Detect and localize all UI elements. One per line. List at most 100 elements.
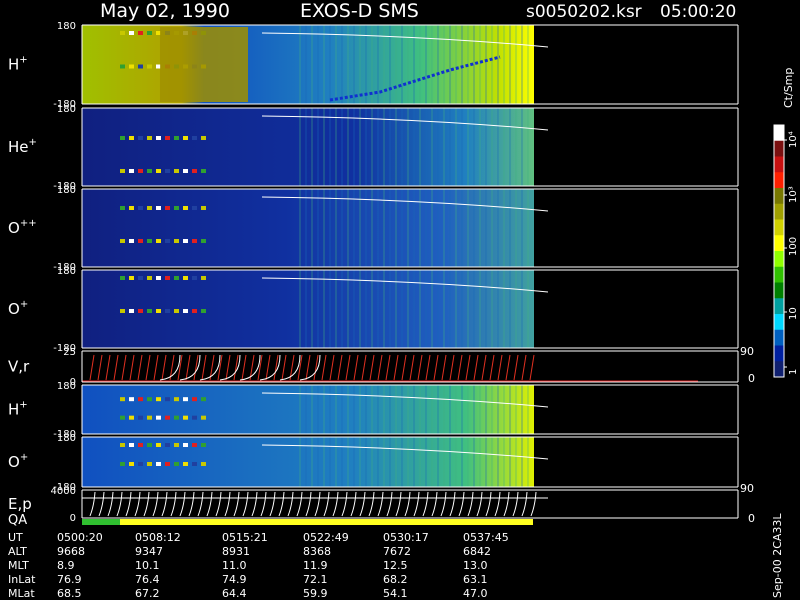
- pixel-block: [156, 443, 161, 447]
- pixel-block: [129, 309, 134, 313]
- panel-data-area: [82, 189, 534, 267]
- colorbar-swatch: [774, 140, 784, 157]
- colorbar-swatch: [774, 219, 784, 236]
- panel-O+2: [81, 436, 739, 488]
- pixel-block: [147, 136, 152, 140]
- colorbar-swatch: [774, 345, 784, 362]
- pixel-block: [174, 397, 179, 402]
- pixel-block: [183, 443, 188, 447]
- pixel-block: [120, 31, 125, 35]
- ephemeris-cell: 10.1: [135, 559, 160, 572]
- colorbar-swatch: [774, 314, 784, 331]
- panel-label: H+: [8, 400, 28, 419]
- panel-label: H+: [8, 55, 28, 74]
- vr-right-top: 90: [740, 345, 754, 358]
- ephemeris-row-label: InLat: [8, 573, 36, 586]
- pixel-block: [201, 206, 206, 210]
- qa-bar-yellow: [120, 519, 533, 525]
- pixel-block: [129, 276, 134, 280]
- pixel-block: [165, 397, 170, 402]
- pixel-block: [201, 309, 206, 313]
- pixel-block: [147, 443, 152, 447]
- panel-labels: 180-180H+180-180He+180-180O++180-180O+25…: [8, 21, 76, 524]
- pixel-block: [138, 206, 143, 210]
- footer-note: Sep-00 2CA33L: [771, 513, 784, 598]
- pixel-block: [201, 397, 206, 402]
- colorbar-swatch: [774, 172, 784, 189]
- pixel-block: [156, 397, 161, 402]
- pixel-block: [147, 169, 152, 173]
- pixel-block: [192, 397, 197, 402]
- pixel-block: [147, 206, 152, 210]
- pixel-block: [156, 136, 161, 140]
- panel-ytick-top: 4000: [51, 486, 76, 497]
- pixel-block: [183, 462, 188, 466]
- ephemeris-table: UT 0500:20 0508:12 0515:21 0522:49 0530:17 053…: [8, 531, 509, 600]
- pixel-block: [201, 239, 206, 243]
- ephemeris-cell: 8931: [222, 545, 250, 558]
- pixel-block: [129, 239, 134, 243]
- panel-label-sup: +: [19, 55, 27, 66]
- panel-label: E,p: [8, 495, 32, 513]
- pixel-block: [120, 443, 125, 447]
- pixel-block: [147, 415, 152, 420]
- pixel-block: [183, 136, 188, 140]
- pixel-block: [129, 206, 134, 210]
- pixel-block: [192, 136, 197, 140]
- pixel-block: [156, 169, 161, 173]
- pixel-block: [183, 415, 188, 420]
- qa-bar-green: [82, 519, 120, 525]
- pixel-block: [201, 443, 206, 447]
- ephemeris-cell: 76.9: [57, 573, 82, 586]
- colorbar-swatch: [774, 203, 784, 220]
- pixel-block: [147, 276, 152, 280]
- ephemeris-cell: 63.1: [463, 573, 488, 586]
- pixel-block: [147, 31, 152, 35]
- pixel-block: [138, 397, 143, 402]
- ephemeris-row-label: MLat: [8, 587, 35, 600]
- pixel-block: [183, 397, 188, 402]
- pixel-block: [147, 309, 152, 313]
- pixel-block: [120, 309, 125, 313]
- pixel-block: [138, 276, 143, 280]
- qa-label: QA: [8, 513, 27, 528]
- colorbar-tick-label: 100: [788, 237, 799, 256]
- panel-label: He+: [8, 137, 37, 156]
- colorbar-swatch: [774, 361, 784, 378]
- pixel-block: [192, 276, 197, 280]
- ephemeris-cell: 11.9: [303, 559, 328, 572]
- pixel-block: [183, 276, 188, 280]
- pixel-block: [174, 239, 179, 243]
- ephemeris-row-label: UT: [8, 531, 23, 544]
- ep-right-top: 90: [740, 482, 754, 495]
- ephemeris-cell: 74.9: [222, 573, 247, 586]
- panel-data-area: [82, 385, 534, 434]
- pixel-block: [138, 239, 143, 243]
- spectrogram-panels: [81, 24, 739, 519]
- panel-ytick-top: 180: [57, 21, 76, 32]
- ephemeris-cell: 68.2: [383, 573, 408, 586]
- pixel-block: [120, 397, 125, 402]
- pixel-block: [138, 309, 143, 313]
- colorbar-swatch: [774, 329, 784, 346]
- pixel-block: [165, 462, 170, 466]
- pixel-block: [156, 276, 161, 280]
- ephemeris-cell: 11.0: [222, 559, 247, 572]
- colorbar-swatch: [774, 235, 784, 252]
- pixel-block: [120, 462, 125, 466]
- pixel-block: [165, 415, 170, 420]
- colorbar-swatch: [774, 298, 784, 315]
- exos-d-sms-spectrogram: May 02, 1990 EXOS-D SMS s0050202.ksr 05:…: [8, 0, 799, 600]
- ephemeris-cell: 0530:17: [383, 531, 429, 544]
- pixel-block: [192, 462, 197, 466]
- colorbar-swatch: [774, 282, 784, 299]
- panel-H+2: [81, 384, 739, 435]
- header-file: s0050202.ksr: [526, 2, 642, 22]
- pixel-block: [120, 206, 125, 210]
- colorbar-swatch: [774, 251, 784, 268]
- colorbar-tick-label: 10: [788, 307, 799, 320]
- pixel-block: [129, 31, 134, 35]
- panel-He+: [81, 107, 739, 187]
- pixel-block: [147, 239, 152, 243]
- vr-right-bottom: 0: [748, 372, 755, 385]
